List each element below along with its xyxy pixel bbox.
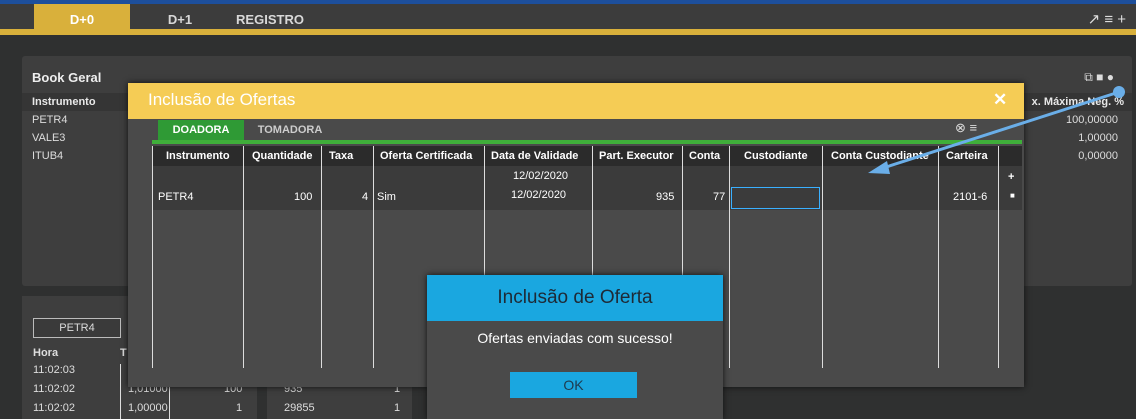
annotation-arrow-icon <box>868 86 1125 174</box>
